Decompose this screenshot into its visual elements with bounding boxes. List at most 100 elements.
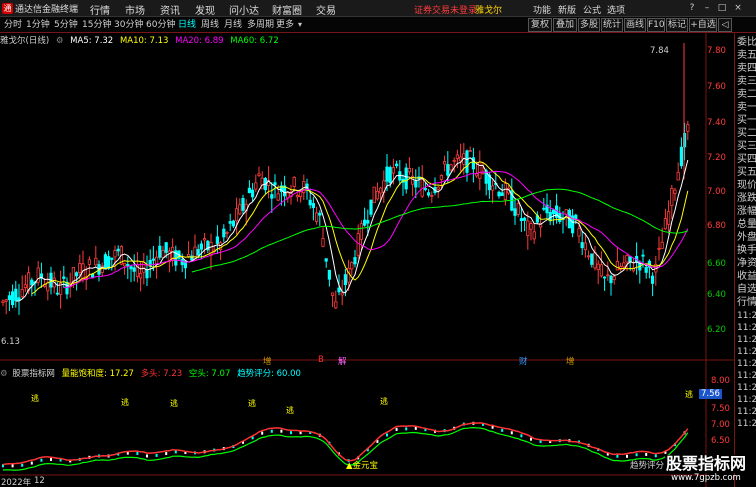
period-intraday[interactable]: 分时 bbox=[2, 19, 24, 31]
menu-discover[interactable]: 发现 bbox=[195, 2, 215, 17]
title-bar: 通 通达信金融终端 行情 市场 资讯 发现 问小达 财富圈 交易 证券交易未登录… bbox=[0, 0, 756, 17]
settings-icon[interactable]: ⚙ bbox=[0, 369, 8, 379]
candle-body bbox=[353, 257, 357, 265]
indicator-tick bbox=[510, 431, 513, 435]
period-monthly[interactable]: 月线 bbox=[222, 19, 244, 31]
candle-body bbox=[625, 255, 629, 263]
more-dropdown-icon[interactable]: ▾ bbox=[298, 20, 302, 29]
candle-body bbox=[55, 292, 60, 295]
gold-ingot-annotation: ▲金元宝 bbox=[346, 461, 379, 471]
candle-body bbox=[490, 185, 495, 191]
quote-field-label: 卖五 bbox=[737, 50, 756, 61]
menu-ask[interactable]: 问小达 bbox=[229, 2, 259, 17]
indicator-title: 股票指标网 bbox=[12, 369, 55, 379]
high-price-label: 7.84 bbox=[650, 46, 669, 56]
candle-body bbox=[551, 209, 556, 215]
help-icon[interactable]: ? bbox=[686, 2, 698, 14]
event-marker-buy[interactable]: B bbox=[318, 355, 324, 365]
period-multi[interactable]: 多周期 bbox=[245, 19, 276, 31]
indicator-tick bbox=[386, 433, 388, 437]
menu-quotes[interactable]: 行情 bbox=[90, 2, 110, 17]
menu-formula[interactable]: 公式 bbox=[583, 3, 601, 16]
event-marker-unlock[interactable]: 解 bbox=[338, 355, 347, 367]
candle-body bbox=[590, 253, 594, 265]
candle-body bbox=[663, 218, 668, 230]
candle-body bbox=[14, 288, 18, 301]
candle-body bbox=[580, 242, 584, 249]
mark-button[interactable]: 标记 bbox=[666, 18, 688, 32]
candle-body bbox=[94, 257, 98, 266]
menu-new-version[interactable]: 新版 bbox=[558, 3, 576, 16]
period-5min[interactable]: 5分钟 bbox=[52, 19, 80, 31]
candle-body bbox=[311, 203, 316, 208]
stats-button[interactable]: 统计 bbox=[601, 18, 623, 32]
event-marker-increase[interactable]: 增 bbox=[263, 355, 272, 367]
overlay-button[interactable]: 叠加 bbox=[553, 18, 577, 32]
indicator-tick bbox=[635, 453, 638, 457]
quote-field-label: 卖三 bbox=[737, 76, 756, 87]
indicator-bear: 空头: 7.07 bbox=[188, 369, 231, 379]
quote-field-label: 外盘 bbox=[737, 232, 756, 243]
candle-body bbox=[513, 208, 517, 216]
candle-body bbox=[164, 242, 168, 253]
login-notice[interactable]: 证券交易未登录 bbox=[414, 3, 477, 16]
menu-market[interactable]: 市场 bbox=[125, 2, 145, 17]
candle-body bbox=[529, 223, 533, 230]
adjust-button[interactable]: 复权 bbox=[528, 18, 552, 32]
menu-news[interactable]: 资讯 bbox=[160, 2, 180, 17]
candle-body bbox=[225, 232, 229, 234]
period-60min[interactable]: 60分钟 bbox=[144, 19, 177, 31]
ind-y-tick-650: 6.50 bbox=[711, 436, 730, 446]
close-icon[interactable]: × bbox=[732, 2, 744, 14]
indicator-tick bbox=[50, 457, 52, 461]
candle-body bbox=[679, 146, 684, 167]
candle-body bbox=[378, 187, 383, 194]
period-weekly[interactable]: 周线 bbox=[199, 19, 221, 31]
indicator-tick bbox=[501, 428, 504, 432]
candle-body bbox=[30, 279, 34, 286]
candle-body bbox=[26, 272, 31, 292]
draw-button[interactable]: 画线 bbox=[624, 18, 646, 32]
add-watchlist-button[interactable]: +自选 bbox=[689, 18, 717, 32]
candle-body bbox=[394, 163, 399, 167]
menu-options[interactable]: 选项 bbox=[607, 3, 625, 16]
candle-body bbox=[276, 193, 280, 201]
quote-field-label: 买二 bbox=[737, 128, 756, 139]
kline-chart[interactable] bbox=[0, 33, 734, 487]
event-marker-finance[interactable]: 财 bbox=[519, 355, 528, 367]
quote-field-label: 总量 bbox=[737, 219, 756, 230]
indicator-tick bbox=[405, 427, 408, 431]
candle-body bbox=[414, 180, 418, 188]
candle-body bbox=[103, 254, 107, 270]
indicator-tick bbox=[40, 458, 43, 462]
candle-body bbox=[587, 255, 591, 258]
maximize-icon[interactable]: □ bbox=[716, 2, 728, 14]
event-marker-increase-2[interactable]: 增 bbox=[566, 355, 575, 367]
candle-body bbox=[65, 281, 69, 295]
candle-body bbox=[455, 154, 460, 159]
menu-trade[interactable]: 交易 bbox=[316, 2, 336, 17]
quote-field-label: 委比 bbox=[737, 37, 756, 48]
menu-function[interactable]: 功能 bbox=[533, 3, 551, 16]
multi-stock-button[interactable]: 多股 bbox=[578, 18, 600, 32]
candle-body bbox=[423, 188, 428, 190]
candle-body bbox=[123, 262, 127, 267]
ma-lines-group bbox=[15, 157, 689, 302]
collapse-icon[interactable]: ◁ bbox=[718, 18, 732, 32]
period-more[interactable]: 更多 bbox=[274, 19, 296, 31]
period-1min[interactable]: 1分钟 bbox=[24, 19, 52, 31]
candle-body bbox=[260, 177, 264, 190]
candle-body bbox=[270, 194, 274, 199]
menu-wealth[interactable]: 财富圈 bbox=[272, 2, 302, 17]
y-tick-740: 7.40 bbox=[707, 118, 726, 128]
candle-body bbox=[222, 228, 226, 238]
period-15min[interactable]: 15分钟 bbox=[80, 19, 113, 31]
f10-button[interactable]: F10 bbox=[647, 18, 665, 32]
period-daily[interactable]: 日线 bbox=[176, 19, 198, 31]
candle-body bbox=[516, 203, 520, 215]
y-tick-640: 6.40 bbox=[707, 290, 726, 300]
candle-body bbox=[145, 269, 149, 279]
period-30min[interactable]: 30分钟 bbox=[112, 19, 145, 31]
minimize-icon[interactable]: – bbox=[701, 2, 713, 14]
candle-body bbox=[660, 241, 664, 249]
